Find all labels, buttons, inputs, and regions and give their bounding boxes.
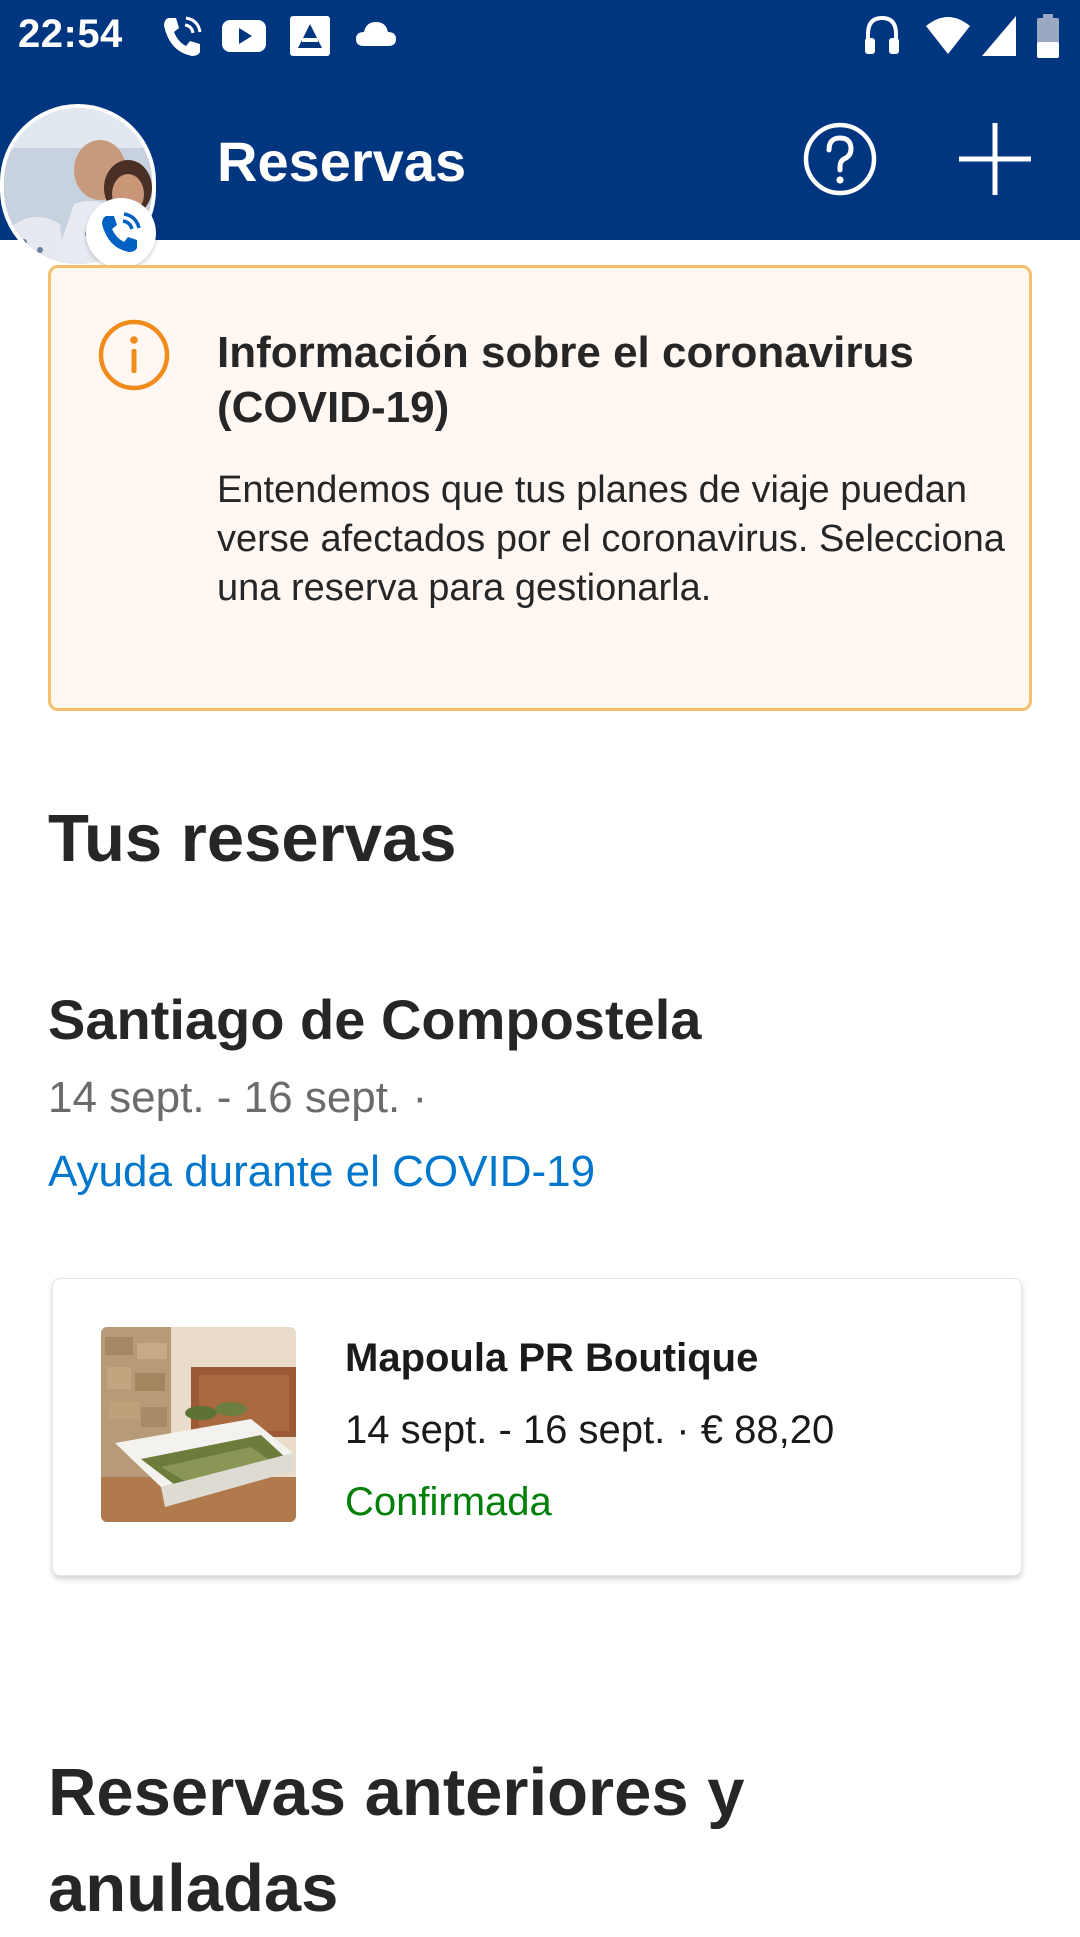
trip-dates: 14 sept. - 16 sept. · xyxy=(48,1073,428,1122)
wifi-icon xyxy=(926,17,970,54)
app-bar: Reservas xyxy=(0,75,1080,240)
photo-icon xyxy=(290,16,330,56)
help-button[interactable] xyxy=(800,119,880,199)
hotel-name: Mapoula PR Boutique xyxy=(345,1336,759,1380)
trip-destination: Santiago de Compostela xyxy=(48,988,702,1051)
youtube-icon xyxy=(222,20,266,52)
plus-icon xyxy=(959,123,1031,195)
info-circle-icon xyxy=(98,319,170,391)
status-bar: 22:54 xyxy=(0,0,1080,75)
phone-icon xyxy=(102,212,141,252)
status-time: 22:54 xyxy=(18,12,123,56)
section-title-your-bookings: Tus reservas xyxy=(48,801,457,876)
booking-status: Confirmada xyxy=(345,1480,552,1524)
covid-help-link[interactable]: Ayuda durante el COVID-19 xyxy=(48,1147,595,1197)
covid-notice-title: Información sobre el coronavirus (COVID-… xyxy=(217,328,914,432)
page-title: Reservas xyxy=(217,130,467,193)
avatar-badge[interactable] xyxy=(86,198,156,268)
signal-icon xyxy=(982,16,1016,56)
booking-card[interactable]: Mapoula PR Boutique 14 sept. - 16 sept. … xyxy=(52,1278,1022,1576)
covid-notice-card: Información sobre el coronavirus (COVID-… xyxy=(48,265,1032,711)
covid-notice-body: Entendemos que tus planes de viaje pueda… xyxy=(217,469,1005,609)
battery-icon xyxy=(1037,14,1059,58)
phone-call-icon xyxy=(164,16,202,56)
section-title-past-bookings: Reservas anteriores y anuladas xyxy=(48,1755,745,1926)
booking-dates-price: 14 sept. - 16 sept. · € 88,20 xyxy=(345,1408,835,1452)
add-booking-button[interactable] xyxy=(955,119,1035,199)
cloud-icon xyxy=(356,22,396,46)
question-circle-icon xyxy=(803,122,877,196)
headphones-icon xyxy=(865,15,899,54)
hotel-thumbnail xyxy=(101,1327,296,1522)
